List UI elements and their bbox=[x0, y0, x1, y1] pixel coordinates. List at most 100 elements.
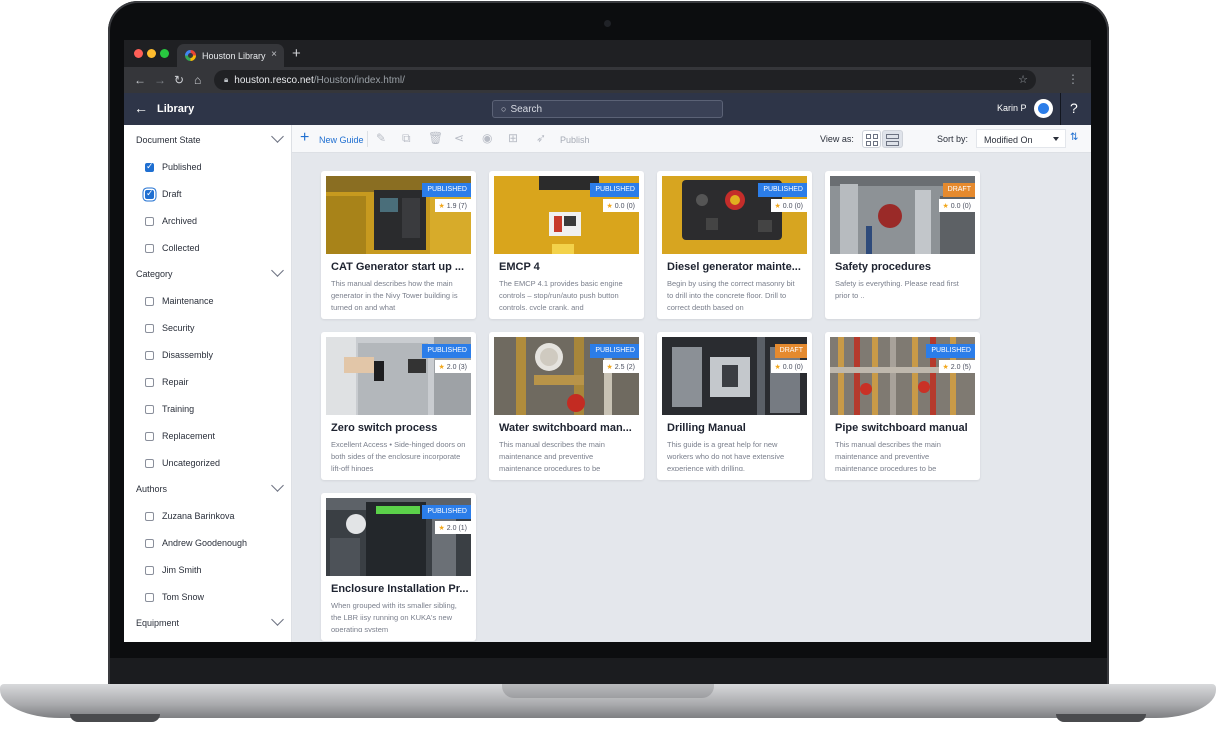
window-minimize-button[interactable] bbox=[147, 49, 156, 58]
chevron-down-icon[interactable] bbox=[271, 264, 284, 277]
filter-repair[interactable]: Repair bbox=[145, 377, 189, 387]
window-close-button[interactable] bbox=[134, 49, 143, 58]
browser-menu-icon[interactable]: ⋮ bbox=[1067, 72, 1079, 86]
checkbox[interactable] bbox=[145, 350, 154, 360]
checkbox[interactable] bbox=[145, 431, 154, 441]
list-view-button[interactable] bbox=[882, 130, 903, 148]
checkbox[interactable] bbox=[145, 511, 154, 521]
guide-thumbnail: PUBLISHED ★ 2.5 (2) bbox=[494, 337, 639, 415]
screen: Houston Library × + ← → ↻ ⌂ 🔒︎ houston.r… bbox=[124, 40, 1091, 642]
url-field[interactable]: 🔒︎ houston.resco.net /Houston/index.html… bbox=[214, 70, 1036, 90]
user-name[interactable]: Karin P bbox=[997, 103, 1027, 113]
filter-maintenance[interactable]: Maintenance bbox=[145, 296, 214, 306]
reload-icon[interactable]: ↻ bbox=[174, 73, 184, 87]
section-authors[interactable]: Authors bbox=[136, 484, 167, 494]
status-badge: DRAFT bbox=[774, 344, 807, 358]
filter-disassembly[interactable]: Disassembly bbox=[145, 350, 213, 360]
guide-card[interactable]: DRAFT ★ 0.0 (0) Drilling Manual This gui… bbox=[657, 332, 812, 480]
add-comment-icon[interactable]: ⊞ bbox=[508, 131, 518, 145]
tab-close-icon[interactable]: × bbox=[271, 49, 277, 60]
preview-icon[interactable]: ◉ bbox=[482, 131, 492, 145]
delete-icon[interactable]: 🗑︎ bbox=[428, 131, 443, 145]
filter-author-zuzana[interactable]: Zuzana Barinkova bbox=[145, 511, 235, 521]
guide-description: Safety is everything. Please read first … bbox=[835, 279, 959, 300]
library-back-link[interactable]: Library bbox=[157, 103, 194, 115]
guide-card[interactable]: PUBLISHED ★ 2.5 (2) Water switchboard ma… bbox=[489, 332, 644, 480]
filter-draft[interactable]: Draft bbox=[145, 188, 182, 199]
checkbox[interactable] bbox=[145, 216, 154, 226]
filter-author-tom[interactable]: Tom Snow bbox=[145, 592, 204, 602]
back-icon[interactable]: ← bbox=[134, 100, 148, 116]
bookmark-star-icon[interactable]: ☆ bbox=[1018, 73, 1028, 86]
chevron-down-icon[interactable] bbox=[271, 130, 284, 143]
sort-order-icon[interactable]: ⇅ bbox=[1070, 132, 1078, 143]
guide-card[interactable]: PUBLISHED ★ 0.0 (0) Diesel generator mai… bbox=[657, 171, 812, 319]
section-document-state[interactable]: Document State bbox=[136, 135, 201, 145]
checkbox[interactable] bbox=[145, 323, 154, 333]
checkbox[interactable] bbox=[145, 592, 154, 602]
checkbox[interactable] bbox=[145, 161, 154, 172]
section-category[interactable]: Category bbox=[136, 269, 173, 279]
sort-select[interactable]: Modified On bbox=[976, 129, 1066, 148]
guide-title: Pipe switchboard manual bbox=[835, 422, 968, 434]
filter-archived[interactable]: Archived bbox=[145, 216, 197, 226]
filter-security[interactable]: Security bbox=[145, 323, 195, 333]
star-icon: ★ bbox=[438, 203, 445, 210]
help-button[interactable]: ? bbox=[1070, 100, 1078, 116]
guide-description: The EMCP 4.1 provides basic engine contr… bbox=[499, 279, 623, 310]
toolbar: + New Guide ✎ ⧉ 🗑︎ ⋖ ◉ ⊞ ➶ Publish View … bbox=[292, 125, 1091, 153]
search-input[interactable]: ○ Search bbox=[492, 100, 723, 118]
rating-badge: ★ 1.9 (7) bbox=[434, 199, 471, 212]
avatar[interactable] bbox=[1034, 99, 1053, 118]
home-icon[interactable]: ⌂ bbox=[194, 73, 201, 87]
section-equipment[interactable]: Equipment bbox=[136, 618, 179, 628]
guide-card[interactable]: PUBLISHED ★ 1.9 (7) CAT Generator start … bbox=[321, 171, 476, 319]
checkbox[interactable] bbox=[145, 296, 154, 306]
plus-icon[interactable]: + bbox=[300, 129, 309, 147]
guide-card[interactable]: PUBLISHED ★ 2.0 (1) Enclosure Installati… bbox=[321, 493, 476, 641]
checkbox[interactable] bbox=[145, 538, 154, 548]
filter-published[interactable]: Published bbox=[145, 161, 202, 172]
duplicate-icon[interactable]: ⧉ bbox=[402, 131, 411, 146]
guide-card[interactable]: PUBLISHED ★ 2.0 (3) Zero switch process … bbox=[321, 332, 476, 480]
publish-button[interactable]: Publish bbox=[560, 135, 590, 145]
rating-badge: ★ 0.0 (0) bbox=[770, 360, 807, 373]
rating-badge: ★ 2.0 (1) bbox=[434, 521, 471, 534]
filter-replacement[interactable]: Replacement bbox=[145, 431, 215, 441]
share-icon[interactable]: ⋖ bbox=[454, 131, 464, 145]
window-zoom-button[interactable] bbox=[160, 49, 169, 58]
chevron-down-icon[interactable] bbox=[271, 479, 284, 492]
edit-icon[interactable]: ✎ bbox=[376, 131, 386, 145]
guide-card[interactable]: PUBLISHED ★ 0.0 (0) EMCP 4 The EMCP 4.1 … bbox=[489, 171, 644, 319]
chevron-down-icon[interactable] bbox=[271, 613, 284, 626]
guide-card[interactable]: DRAFT ★ 0.0 (0) Safety procedures Safety… bbox=[825, 171, 980, 319]
grid-view-button[interactable] bbox=[862, 130, 881, 148]
star-icon: ★ bbox=[606, 364, 613, 371]
status-badge: PUBLISHED bbox=[926, 344, 975, 358]
status-badge: PUBLISHED bbox=[422, 183, 471, 197]
checkbox[interactable] bbox=[145, 565, 154, 575]
filter-author-jim[interactable]: Jim Smith bbox=[145, 565, 202, 575]
rating-badge: ★ 0.0 (0) bbox=[938, 199, 975, 212]
filter-uncategorized[interactable]: Uncategorized bbox=[145, 458, 220, 468]
checkbox[interactable] bbox=[145, 243, 154, 253]
guide-thumbnail: PUBLISHED ★ 0.0 (0) bbox=[494, 176, 639, 254]
new-tab-button[interactable]: + bbox=[292, 45, 301, 62]
rocket-icon[interactable]: ➶ bbox=[536, 131, 546, 145]
guide-description: This guide is a great help for new worke… bbox=[667, 440, 785, 471]
guide-thumbnail: PUBLISHED ★ 2.0 (5) bbox=[830, 337, 975, 415]
filter-training[interactable]: Training bbox=[145, 404, 194, 414]
checkbox[interactable] bbox=[145, 188, 154, 199]
checkbox[interactable] bbox=[145, 458, 154, 468]
checkbox[interactable] bbox=[145, 377, 154, 387]
filter-author-andrew[interactable]: Andrew Goodenough bbox=[145, 538, 247, 548]
guide-card[interactable]: PUBLISHED ★ 2.0 (5) Pipe switchboard man… bbox=[825, 332, 980, 480]
filter-collected[interactable]: Collected bbox=[145, 243, 200, 253]
browser-tab[interactable]: Houston Library × bbox=[177, 44, 284, 67]
back-arrow-icon[interactable]: ← bbox=[134, 73, 146, 87]
checkbox[interactable] bbox=[145, 404, 154, 414]
sort-by-label: Sort by: bbox=[937, 134, 969, 144]
new-guide-button[interactable]: New Guide bbox=[319, 135, 364, 145]
forward-arrow-icon[interactable]: → bbox=[154, 73, 166, 87]
guide-title: EMCP 4 bbox=[499, 261, 540, 273]
